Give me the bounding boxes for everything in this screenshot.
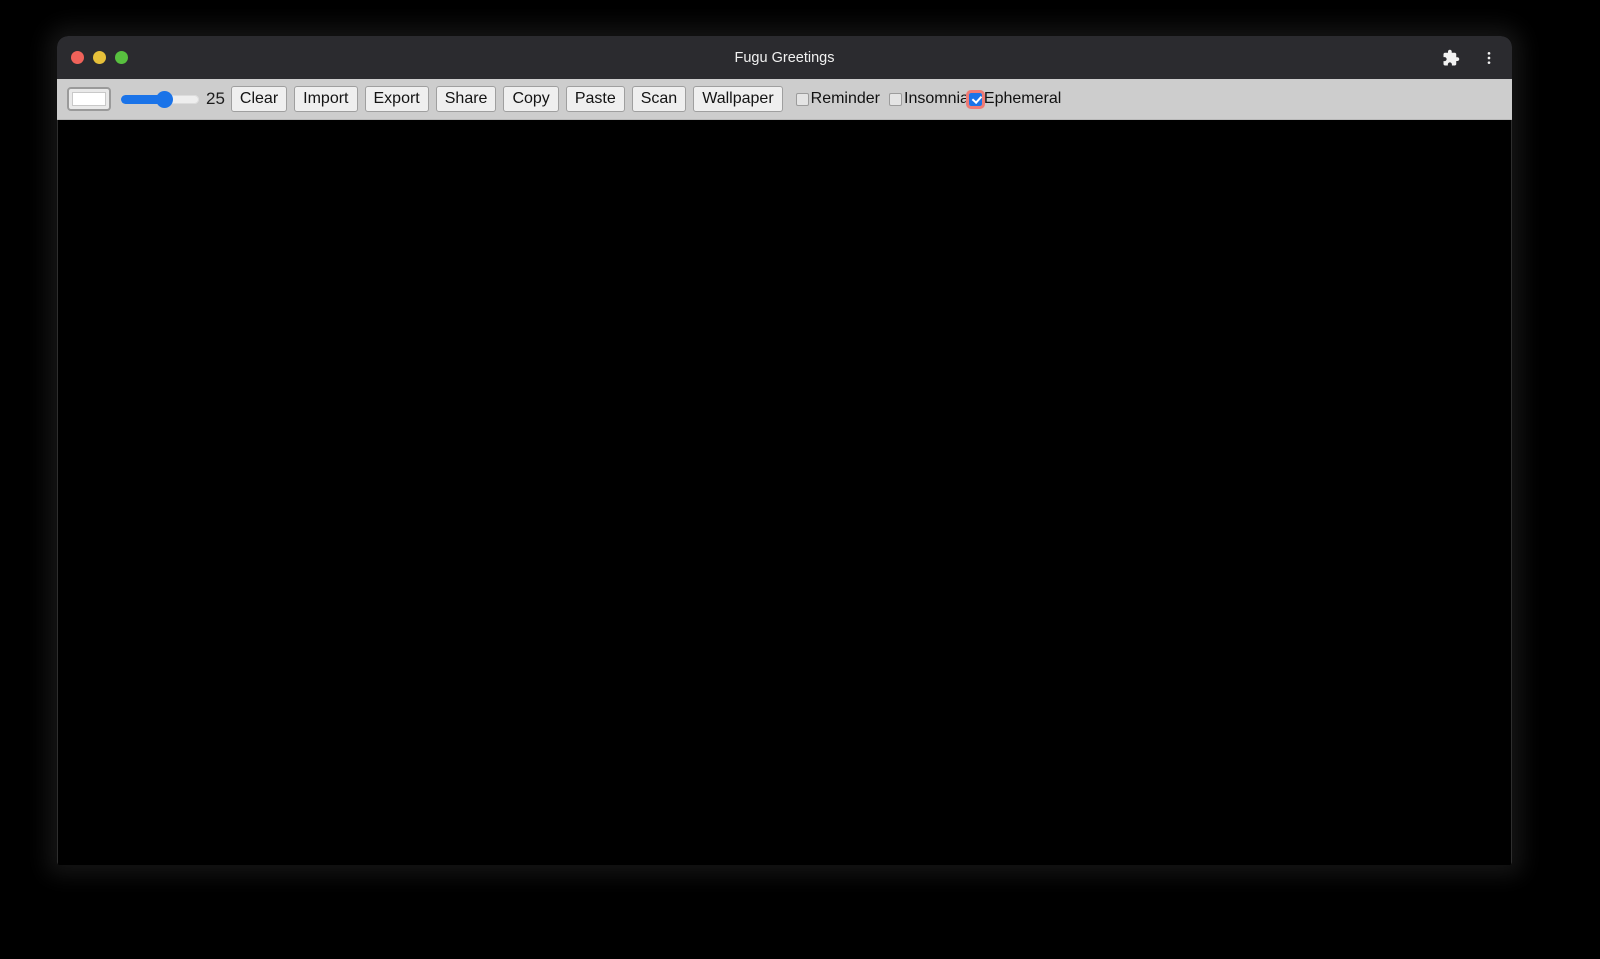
copy-button[interactable]: Copy [503,85,559,113]
close-window-button[interactable] [71,51,84,64]
color-picker-swatch [72,92,106,106]
app-toolbar: 25 Clear Import Export Share Copy Paste … [57,79,1512,120]
color-picker-input[interactable] [67,87,111,111]
ephemeral-checkbox-label: Ephemeral [983,90,1062,107]
insomnia-checkbox[interactable]: Insomnia [889,90,969,108]
maximize-window-button[interactable] [115,51,128,64]
slider-value-label: 25 [206,89,225,108]
line-width-slider[interactable] [121,89,199,109]
paste-button[interactable]: Paste [565,85,625,113]
extensions-icon[interactable] [1438,45,1464,71]
import-button[interactable]: Import [294,85,358,113]
ephemeral-checkbox[interactable]: Ephemeral [965,89,1062,109]
ephemeral-checkbox-box[interactable] [965,89,985,109]
minimize-window-button[interactable] [93,51,106,64]
reminder-checkbox-label: Reminder [810,90,880,107]
browser-window: Fugu Greetings 25 Clear Import Export Sh… [57,36,1512,865]
insomnia-checkbox-label: Insomnia [904,90,969,107]
scan-button[interactable]: Scan [631,85,687,113]
wallpaper-button[interactable]: Wallpaper [693,85,783,113]
more-menu-icon[interactable] [1476,45,1502,71]
insomnia-checkbox-box[interactable] [889,92,902,106]
slider-thumb[interactable] [155,90,173,108]
toolbar-checkbox-group: Reminder Insomnia Ephemeral [795,89,1062,109]
traffic-light-group [71,51,128,64]
clear-button[interactable]: Clear [230,85,288,113]
reminder-checkbox-box[interactable] [795,92,809,106]
page-root: Fugu Greetings 25 Clear Import Export Sh… [0,0,1600,959]
share-button[interactable]: Share [435,85,497,113]
export-button[interactable]: Export [364,85,429,113]
window-title: Fugu Greetings [734,49,835,66]
titlebar-actions [1438,45,1502,71]
reminder-checkbox[interactable]: Reminder [795,90,880,108]
title-bar: Fugu Greetings [57,36,1512,79]
drawing-canvas[interactable] [57,120,1512,865]
